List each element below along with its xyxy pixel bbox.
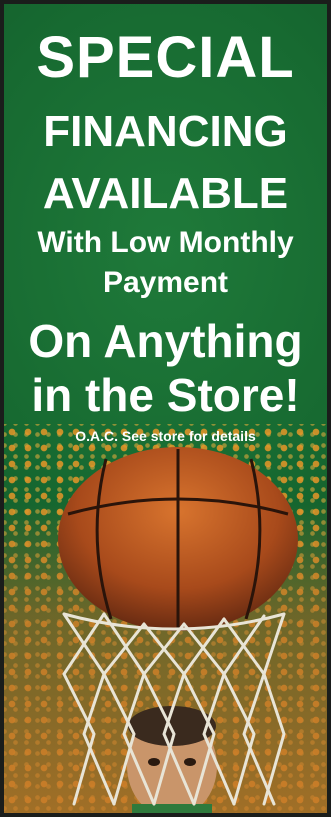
subhead-payment: Payment <box>102 266 229 299</box>
financing-banner[interactable]: SPECIAL FINANCING AVAILABLE With Low Mon… <box>0 0 331 817</box>
basketball-net-icon <box>62 612 286 806</box>
tagline-in-the-store: in the Store! <box>31 369 300 421</box>
fine-print: O.A.C. See store for details <box>75 428 256 444</box>
tagline-on-anything: On Anything <box>28 315 303 367</box>
headline-special: SPECIAL <box>36 25 295 90</box>
headline-available: AVAILABLE <box>42 169 289 218</box>
headline-financing: FINANCING <box>43 107 288 156</box>
subhead-low-monthly: With Low Monthly <box>37 226 294 259</box>
